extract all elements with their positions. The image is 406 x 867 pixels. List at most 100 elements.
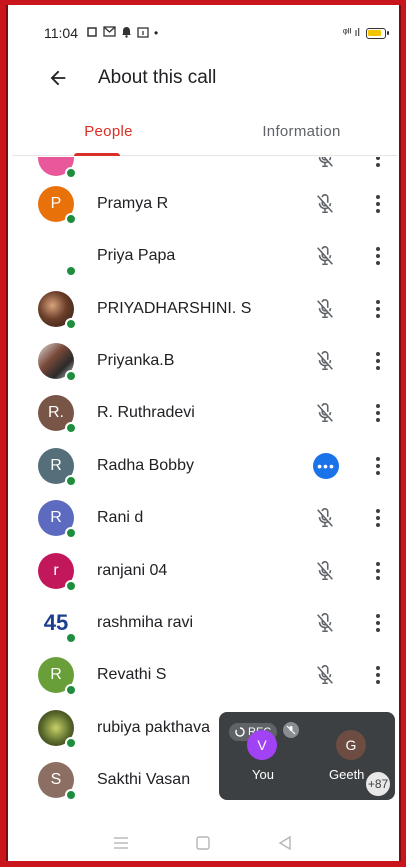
home-button[interactable] — [188, 828, 218, 858]
status-time: 11:04 — [44, 25, 78, 41]
participant-row[interactable]: Priya Papa — [12, 230, 398, 282]
online-indicator — [65, 265, 77, 277]
participant-row[interactable]: r ranjani 04 — [12, 545, 398, 597]
participant-name: Rani d — [97, 509, 144, 526]
signal-icon: ᵠᴵᴵ ıl — [342, 27, 360, 39]
more-vert-icon[interactable] — [368, 241, 388, 271]
participant-row[interactable]: R Radha Bobby ••• — [12, 440, 398, 492]
participant-row[interactable]: R Revathi S — [12, 649, 398, 701]
online-indicator — [65, 318, 77, 330]
bell-icon — [121, 26, 132, 41]
participant-row[interactable]: 45 rashmiha ravi — [12, 597, 398, 649]
tab-people[interactable]: People — [12, 108, 205, 156]
more-vert-icon[interactable] — [368, 451, 388, 481]
participant-name: Priyanka.B — [97, 352, 175, 369]
online-indicator — [65, 789, 77, 801]
participant-tile-avatar: G — [336, 730, 366, 760]
mic-off-icon — [312, 558, 338, 584]
more-vert-icon[interactable] — [368, 294, 388, 324]
online-indicator — [65, 370, 77, 382]
status-right: ᵠᴵᴵ ıl — [342, 27, 389, 39]
more-vert-icon[interactable] — [368, 608, 388, 638]
square-icon — [196, 835, 210, 850]
mic-off-icon — [312, 662, 338, 688]
participant-row[interactable]: Priyanka.B — [12, 335, 398, 387]
battery-icon — [366, 27, 389, 39]
more-vert-icon[interactable] — [368, 503, 388, 533]
mic-off-icon — [312, 610, 338, 636]
participant-name: Pramya R — [97, 195, 169, 212]
recents-button[interactable] — [106, 828, 136, 858]
online-indicator — [65, 475, 77, 487]
tab-information[interactable]: Information — [205, 108, 398, 155]
notification-icons: • — [86, 26, 158, 41]
more-vert-icon[interactable] — [368, 346, 388, 376]
participant-avatar-wrap: 45 — [38, 605, 77, 644]
more-vert-icon[interactable] — [368, 189, 388, 219]
participant-avatar-wrap: R. — [38, 395, 77, 434]
online-indicator — [65, 737, 77, 749]
participant-avatar-wrap — [38, 343, 77, 382]
online-indicator — [65, 684, 77, 696]
participant-row[interactable]: R Rani d — [12, 492, 398, 544]
more-vert-icon[interactable] — [368, 398, 388, 428]
participant-name: PRIYADHARSHINI. S — [97, 300, 252, 317]
more-participants-count[interactable]: +87 — [364, 770, 392, 798]
online-indicator — [65, 527, 77, 539]
page-title: About this call — [98, 67, 217, 88]
speaking-indicator-icon: ••• — [313, 453, 339, 479]
participant-avatar-wrap: R — [38, 657, 77, 696]
participant-name: Radha Bobby — [97, 457, 194, 474]
mic-off-icon — [312, 505, 338, 531]
online-indicator — [65, 580, 77, 592]
participant-name: Revathi S — [97, 666, 167, 683]
participant-name: R. Ruthradevi — [97, 404, 195, 421]
participant-avatar-wrap: r — [38, 553, 77, 592]
rotate-icon — [86, 26, 98, 41]
mic-off-icon — [312, 243, 338, 269]
participant-row[interactable]: R. R. Ruthradevi — [12, 387, 398, 439]
participant-name: Priya Papa — [97, 247, 176, 264]
participant-name: Sakthi Vasan — [97, 771, 191, 788]
tab-bar: People Information — [12, 108, 398, 156]
system-nav-bar — [0, 818, 406, 867]
mic-off-icon — [312, 157, 338, 171]
participant-avatar-wrap: S — [38, 762, 77, 801]
arrow-back-icon — [50, 70, 66, 86]
online-indicator — [65, 632, 77, 644]
online-indicator — [65, 213, 77, 225]
participant-avatar-wrap — [38, 157, 77, 179]
self-label: You — [252, 767, 274, 782]
recording-spinner-icon — [235, 727, 245, 737]
nav-back-button[interactable] — [270, 828, 300, 858]
mail-icon — [103, 26, 116, 40]
participant-row[interactable]: PRIYADHARSHINI. S — [12, 283, 398, 335]
more-vert-icon[interactable] — [368, 157, 388, 173]
app-bar: About this call — [0, 56, 406, 100]
participant-name: ranjani 04 — [97, 562, 168, 579]
self-avatar: V — [247, 730, 277, 760]
participant-avatar-wrap: R — [38, 448, 77, 487]
menu-icon — [114, 836, 128, 849]
back-button[interactable] — [38, 58, 78, 98]
participant-name: rubiya pakthava — [97, 719, 210, 736]
participant-avatar-wrap — [38, 238, 77, 277]
participant-avatar-wrap — [38, 291, 77, 330]
mic-off-icon — [312, 400, 338, 426]
more-vert-icon[interactable] — [368, 660, 388, 690]
participant-tile-label: Geeth — [329, 767, 365, 782]
participant-row[interactable]: P Pramya R — [12, 178, 398, 230]
dot-icon: • — [154, 26, 159, 40]
more-vert-icon[interactable] — [368, 556, 388, 586]
participant-avatar-wrap — [38, 710, 77, 749]
online-indicator — [65, 422, 77, 434]
participant-name: rashmiha ravi — [97, 614, 194, 631]
mic-off-icon — [312, 191, 338, 217]
calendar-icon — [137, 26, 149, 41]
self-view-pip[interactable]: REC V You G Geeth +87 — [219, 712, 395, 800]
participant-avatar-wrap: R — [38, 500, 77, 539]
mic-off-icon — [312, 348, 338, 374]
status-bar: 11:04 • ᵠᴵᴵ ıl — [0, 18, 406, 48]
mic-off-icon — [312, 296, 338, 322]
triangle-back-icon — [278, 835, 291, 850]
